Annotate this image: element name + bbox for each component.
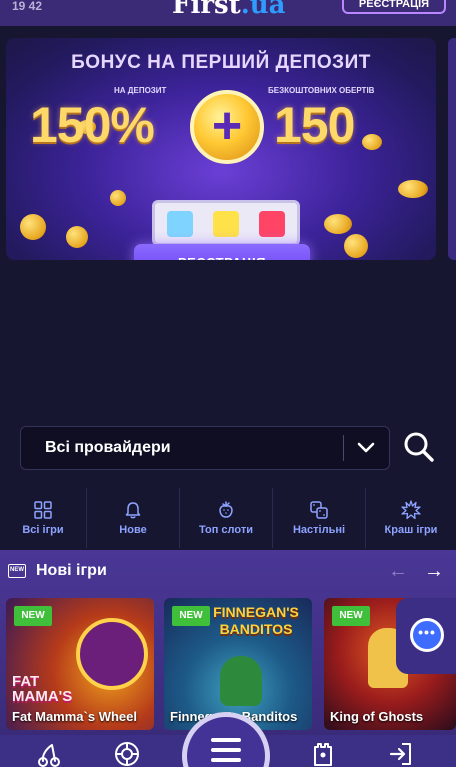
cherry-icon[interactable] (36, 741, 62, 767)
header-register-button[interactable]: РЕЄСТРАЦІЯ (342, 0, 446, 14)
coin-decoration (344, 234, 368, 258)
banner-register-button[interactable]: РЕЄСТРАЦІЯ (134, 244, 310, 260)
plus-icon: + (190, 90, 264, 164)
arrow-left-icon[interactable]: ← (388, 560, 408, 583)
provider-select-value: Всі провайдери (45, 439, 171, 456)
menu-line (211, 738, 241, 742)
game-title: Fat Mamma`s Wheel (12, 709, 137, 724)
support-chat-button[interactable]: ••• (396, 598, 456, 674)
new-badge-icon-text: NEW (10, 567, 24, 573)
logo-accent: .ua (240, 0, 286, 20)
character-icon (220, 656, 262, 706)
tab-new[interactable]: Нове (87, 488, 179, 548)
bell-icon (125, 502, 141, 519)
tab-top-slots[interactable]: Топ слоти (180, 488, 272, 548)
tab-label: Топ слоти (198, 524, 253, 536)
site-logo[interactable]: First.ua (172, 0, 286, 20)
top-bar: 19 42 First.ua РЕЄСТРАЦІЯ (0, 0, 456, 26)
new-badge: NEW (172, 606, 210, 626)
new-badge-icon: NEW (8, 564, 26, 578)
promo-banner[interactable]: БОНУС НА ПЕРШИЙ ДЕПОЗИТ НА ДЕПОЗИТ БЕЗКО… (6, 38, 436, 260)
roulette-icon[interactable] (114, 741, 140, 767)
game-card[interactable]: FAT MAMA'S NEW Fat Mamma`s Wheel (6, 598, 154, 730)
tab-label: Настільні (292, 524, 346, 536)
coin-decoration (362, 134, 382, 150)
game-title: King of Ghosts (330, 709, 424, 724)
banner-caption-spins: БЕЗКОШТОВНИХ ОБЕРТІВ (268, 86, 375, 95)
status-time: 19 42 (12, 0, 43, 13)
tower-icon[interactable] (310, 741, 336, 767)
section-title: Нові ігри (36, 562, 107, 579)
tab-table-games[interactable]: Настільні (273, 488, 365, 548)
next-banner-peek[interactable] (448, 38, 456, 260)
new-badge: NEW (332, 606, 370, 626)
search-icon[interactable] (402, 430, 436, 464)
coin-decoration (66, 226, 88, 248)
new-badge: NEW (14, 606, 52, 626)
strawberry-icon (219, 501, 233, 518)
game-card[interactable]: FINNEGAN'S BANDITOS NEW Finnegan's Bandi… (164, 598, 312, 730)
tab-crash-games[interactable]: Краш ігри (366, 488, 456, 548)
tab-label: Нове (119, 524, 147, 536)
arrow-right-icon[interactable]: → (424, 560, 444, 583)
grid-icon (34, 501, 52, 519)
tab-label: Краш ігри (384, 524, 438, 536)
divider (343, 435, 344, 461)
wheel-icon (76, 618, 148, 690)
cherry-icon (259, 211, 285, 237)
diamond-icon (167, 211, 193, 237)
banner-caption-deposit: НА ДЕПОЗИТ (114, 86, 167, 95)
banner-deposit-percent: 150% (30, 97, 155, 153)
provider-select[interactable]: Всі провайдери (20, 426, 390, 470)
coin-decoration (398, 180, 428, 198)
dice-icon (310, 501, 328, 519)
logo-main: First (172, 0, 241, 20)
banner-free-spins: 150 (274, 97, 355, 153)
menu-line (211, 758, 241, 762)
lemon-icon (213, 211, 239, 237)
slot-machine-icon (152, 200, 300, 246)
game-art-title: FAT MAMA'S (12, 673, 73, 705)
tab-label: Всі ігри (22, 524, 64, 536)
coin-decoration (110, 190, 126, 206)
game-art-title: FINNEGAN'S BANDITOS (213, 604, 299, 637)
tab-all-games[interactable]: Всі ігри (0, 488, 86, 548)
coin-decoration (324, 214, 352, 234)
explosion-icon (401, 500, 421, 520)
category-tabs: Всі ігри Нове Топ слоти Настільні Краш і… (0, 488, 456, 548)
menu-line (211, 748, 241, 752)
chat-bubble-icon: ••• (410, 618, 444, 652)
banner-title: БОНУС НА ПЕРШИЙ ДЕПОЗИТ (71, 52, 371, 73)
login-icon[interactable] (388, 741, 414, 767)
coin-decoration (20, 214, 46, 240)
chevron-down-icon (357, 442, 375, 453)
plus-sign: + (211, 97, 243, 155)
